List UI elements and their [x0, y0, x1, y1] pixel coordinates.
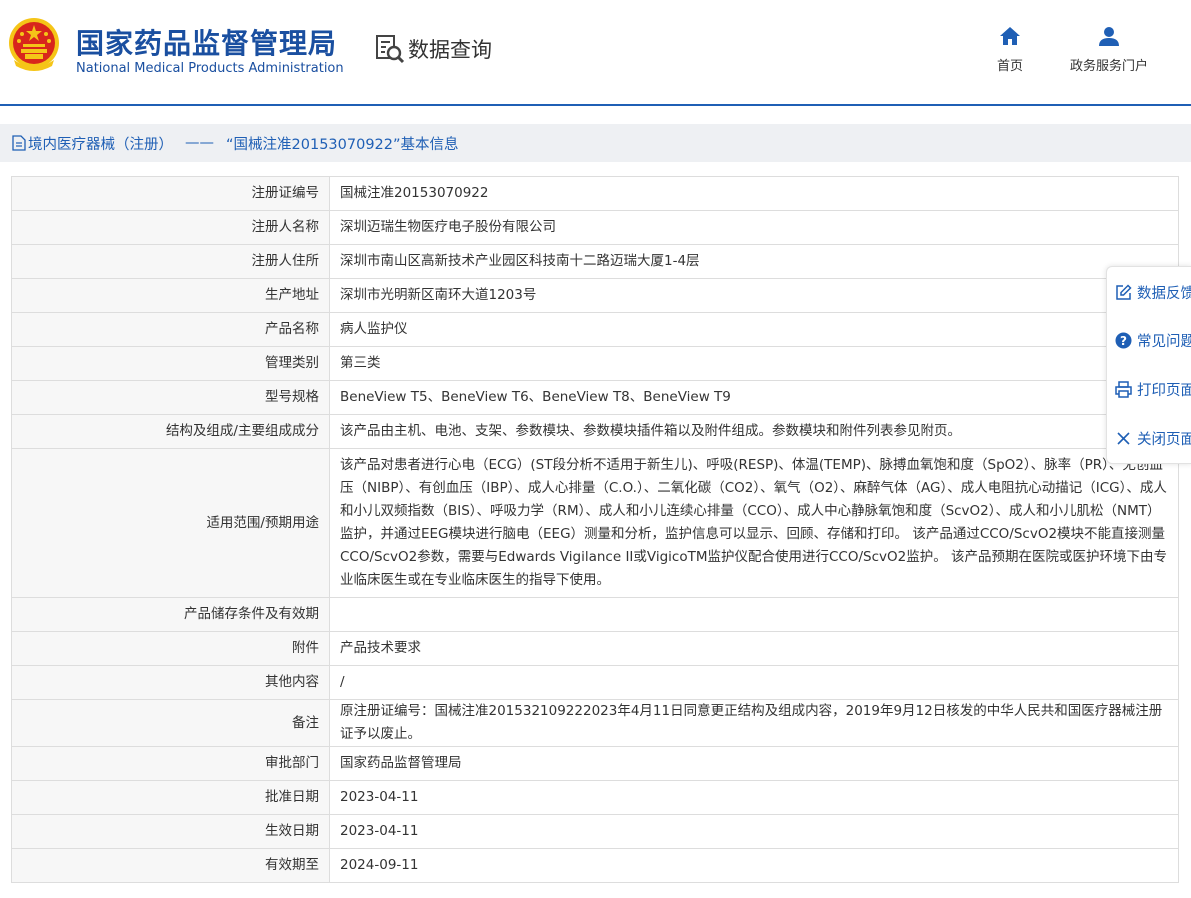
- table-row: 注册人住所 深圳市南山区高新技术产业园区科技南十二路迈瑞大厦1-4层: [11, 244, 1179, 279]
- side-toolbar: 数据反馈 ? 常见问题 打印页面 关闭页面: [1106, 266, 1191, 464]
- row-label: 产品储存条件及有效期: [11, 597, 330, 632]
- row-label: 备注: [11, 699, 330, 747]
- row-value: 深圳市南山区高新技术产业园区科技南十二路迈瑞大厦1-4层: [329, 244, 1179, 279]
- table-row: 产品储存条件及有效期: [11, 597, 1179, 632]
- row-label: 生效日期: [11, 814, 330, 849]
- faq-button[interactable]: ? 常见问题: [1115, 328, 1191, 352]
- close-page-label: 关闭页面: [1137, 431, 1191, 448]
- row-value: [329, 597, 1179, 632]
- site-logo-chinese: 国家药品监督管理局: [76, 27, 338, 60]
- feedback-button[interactable]: 数据反馈: [1115, 280, 1191, 304]
- row-value: 国械注准20153070922: [329, 176, 1179, 211]
- row-label: 注册证编号: [11, 176, 330, 211]
- national-emblem-icon: [9, 18, 59, 71]
- table-row: 审批部门 国家药品监督管理局: [11, 746, 1179, 781]
- nav-service-portal[interactable]: 政务服务门户: [1070, 26, 1148, 74]
- row-label: 产品名称: [11, 312, 330, 347]
- breadcrumb-separator: ——: [185, 135, 214, 151]
- row-label: 注册人名称: [11, 210, 330, 245]
- home-icon: [1000, 27, 1020, 45]
- row-label: 生产地址: [11, 278, 330, 313]
- svg-text:?: ?: [1120, 334, 1127, 348]
- table-row: 注册证编号 国械注准20153070922: [11, 176, 1179, 211]
- row-value: 产品技术要求: [329, 631, 1179, 666]
- table-row: 结构及组成/主要组成成分 该产品由主机、电池、支架、参数模块、参数模块插件箱以及附…: [11, 414, 1179, 449]
- header-divider: [0, 104, 1191, 106]
- row-label: 注册人住所: [11, 244, 330, 279]
- row-label: 批准日期: [11, 780, 330, 815]
- close-icon: [1117, 431, 1130, 445]
- edit-icon: [1116, 283, 1132, 300]
- close-page-button[interactable]: 关闭页面: [1115, 426, 1191, 450]
- row-label: 审批部门: [11, 746, 330, 781]
- breadcrumb-category[interactable]: 境内医疗器械（注册）: [28, 133, 173, 154]
- table-row: 生产地址 深圳市光明新区南环大道1203号: [11, 278, 1179, 313]
- row-value: 深圳迈瑞生物医疗电子股份有限公司: [329, 210, 1179, 245]
- row-value: 该产品对患者进行心电（ECG）(ST段分析不适用于新生儿)、呼吸(RESP)、体…: [329, 448, 1179, 598]
- table-row: 批准日期 2023-04-11: [11, 780, 1179, 815]
- table-row: 产品名称 病人监护仪: [11, 312, 1179, 347]
- breadcrumb-title: “国械注准20153070922”基本信息: [226, 136, 459, 153]
- row-value: 2023-04-11: [329, 780, 1179, 815]
- breadcrumb: 境内医疗器械（注册） —— “国械注准20153070922”基本信息: [0, 124, 1191, 162]
- site-header: 国家药品监督管理局 National Medical Products Admi…: [0, 0, 1191, 104]
- row-label: 管理类别: [11, 346, 330, 381]
- print-label: 打印页面: [1137, 382, 1191, 399]
- document-icon: [12, 135, 26, 151]
- row-value: BeneView T5、BeneView T6、BeneView T8、Bene…: [329, 380, 1179, 415]
- table-row: 型号规格 BeneView T5、BeneView T6、BeneView T8、…: [11, 380, 1179, 415]
- section-title-text: 数据查询: [408, 38, 492, 62]
- row-value: 原注册证编号：国械注准20153210922​2023年4月11日同意更正结构及…: [329, 699, 1179, 747]
- row-label: 适用范围/预期用途: [11, 448, 330, 598]
- section-title: 数据查询: [374, 33, 492, 65]
- nav-home-label: 首页: [997, 59, 1024, 74]
- printer-icon: [1115, 380, 1132, 398]
- site-logo-english: National Medical Products Administration: [76, 61, 344, 76]
- table-row: 管理类别 第三类: [11, 346, 1179, 381]
- row-value: 深圳市光明新区南环大道1203号: [329, 278, 1179, 313]
- print-button[interactable]: 打印页面: [1115, 377, 1191, 401]
- row-value: 2024-09-11: [329, 848, 1179, 883]
- user-icon: [1099, 27, 1119, 46]
- table-row: 注册人名称 深圳迈瑞生物医疗电子股份有限公司: [11, 210, 1179, 245]
- row-value: 第三类: [329, 346, 1179, 381]
- row-label: 结构及组成/主要组成成分: [11, 414, 330, 449]
- question-icon: ?: [1115, 332, 1132, 348]
- device-info-table: 注册证编号 国械注准20153070922 注册人名称 深圳迈瑞生物医疗电子股份有限…: [11, 176, 1179, 883]
- row-label: 其他内容: [11, 665, 330, 700]
- row-value: 该产品由主机、电池、支架、参数模块、参数模块插件箱以及附件组成。参数模块和附件列…: [329, 414, 1179, 449]
- row-value: 2023-04-11: [329, 814, 1179, 849]
- table-row: 备注 原注册证编号：国械注准20153210922​2023年4月11日同意更正结…: [11, 699, 1179, 747]
- feedback-label: 数据反馈: [1137, 285, 1191, 302]
- row-label: 有效期至: [11, 848, 330, 883]
- table-row: 适用范围/预期用途 该产品对患者进行心电（ECG）(ST段分析不适用于新生儿)、呼…: [11, 448, 1179, 598]
- nav-home[interactable]: 首页: [997, 26, 1023, 74]
- table-row: 其他内容 /: [11, 665, 1179, 700]
- table-row: 附件 产品技术要求: [11, 631, 1179, 666]
- nav-service-portal-label: 政务服务门户: [1070, 59, 1149, 74]
- row-label: 附件: [11, 631, 330, 666]
- row-value: /: [329, 665, 1179, 700]
- row-value: 国家药品监督管理局: [329, 746, 1179, 781]
- row-label: 型号规格: [11, 380, 330, 415]
- table-row: 生效日期 2023-04-11: [11, 814, 1179, 849]
- table-row: 有效期至 2024-09-11: [11, 848, 1179, 883]
- row-value: 病人监护仪: [329, 312, 1179, 347]
- faq-label: 常见问题: [1137, 333, 1191, 350]
- data-query-icon: [376, 35, 405, 64]
